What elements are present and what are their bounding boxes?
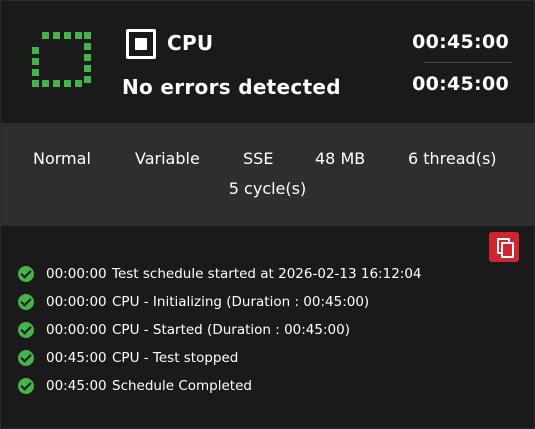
log-entry: 00:45:00 Schedule Completed (1, 372, 534, 400)
status-header: CPU No errors detected 00:45:00 00:45:00 (1, 1, 534, 123)
param-instruction-set: SSE (243, 149, 274, 168)
check-circle-icon (18, 266, 34, 282)
log-entry: 00:45:00 CPU - Test stopped (1, 344, 534, 372)
elapsed-time: 00:45:00 (412, 31, 509, 53)
log-message: CPU - Initializing (Duration : 00:45:00) (112, 294, 370, 310)
log-time: 00:45:00 (46, 350, 107, 366)
time-divider (424, 62, 512, 63)
log-message: Test schedule started at 2026-02-13 16:1… (112, 266, 422, 282)
test-status-panel: CPU No errors detected 00:45:00 00:45:00… (0, 0, 535, 429)
param-memory: 48 MB (315, 149, 366, 168)
log-time: 00:00:00 (46, 322, 107, 338)
check-circle-icon (18, 294, 34, 310)
check-circle-icon (18, 322, 34, 338)
status-text: No errors detected (122, 75, 341, 99)
log-time: 00:00:00 (46, 294, 107, 310)
test-name: CPU (167, 31, 214, 55)
log-message: CPU - Started (Duration : 00:45:00) (112, 322, 350, 338)
log-message: Schedule Completed (112, 378, 252, 394)
copy-log-button[interactable] (489, 232, 519, 262)
log-message: CPU - Test stopped (112, 350, 239, 366)
param-load: Variable (135, 149, 200, 168)
log-entry: 00:00:00 CPU - Started (Duration : 00:45… (1, 316, 534, 344)
log-time: 00:45:00 (46, 378, 107, 394)
event-log: 00:00:00 Test schedule started at 2026-0… (1, 260, 534, 400)
test-parameters: Normal Variable SSE 48 MB 6 thread(s) 5 … (1, 123, 534, 226)
log-entry: 00:00:00 CPU - Initializing (Duration : … (1, 288, 534, 316)
cpu-icon (126, 29, 156, 59)
param-cycles: 5 cycle(s) (228, 179, 307, 198)
log-time: 00:00:00 (46, 266, 107, 282)
log-entry: 00:00:00 Test schedule started at 2026-0… (1, 260, 534, 288)
status-indicator-icon (32, 32, 91, 87)
check-circle-icon (18, 350, 34, 366)
check-circle-icon (18, 378, 34, 394)
param-threads: 6 thread(s) (408, 149, 497, 168)
param-mode: Normal (33, 149, 91, 168)
total-time: 00:45:00 (412, 73, 509, 95)
